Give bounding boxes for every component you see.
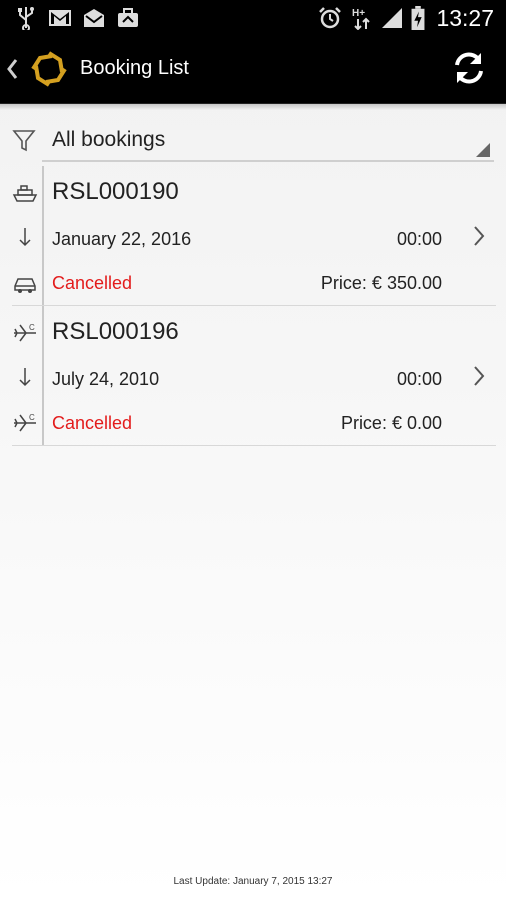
booking-date: January 22, 2016 bbox=[52, 229, 192, 249]
booking-status: Cancelled bbox=[52, 273, 133, 293]
action-bar-shadow bbox=[0, 104, 506, 110]
booking-time: 00:00 bbox=[396, 369, 442, 389]
airplane-icon: C bbox=[14, 413, 36, 432]
dropdown-corner-icon bbox=[476, 143, 490, 157]
svg-text:C: C bbox=[29, 323, 35, 332]
email-icon bbox=[84, 9, 104, 27]
filter-funnel-icon bbox=[12, 130, 36, 152]
page-title: Booking List bbox=[80, 57, 189, 79]
refresh-icon[interactable] bbox=[452, 50, 486, 86]
app-logo-icon[interactable] bbox=[30, 50, 68, 88]
ship-icon bbox=[12, 185, 38, 202]
booking-list: RSL000190 January 22, 2016 00:00 Cancell… bbox=[12, 166, 496, 446]
action-bar: Booking List bbox=[0, 36, 506, 104]
booking-divider bbox=[42, 306, 44, 445]
booking-status: Cancelled bbox=[52, 413, 133, 433]
booking-price: Price: € 0.00 bbox=[340, 413, 442, 433]
booking-divider bbox=[42, 166, 44, 305]
booking-date: July 24, 2010 bbox=[52, 369, 160, 389]
chevron-right-icon bbox=[474, 366, 485, 386]
alarm-icon bbox=[319, 7, 341, 29]
booking-reference: RSL000196 bbox=[52, 318, 179, 345]
filter-selected-value: All bookings bbox=[52, 128, 166, 151]
last-update-text: Last Update: January 7, 2015 13:27 bbox=[173, 876, 333, 887]
back-chevron-icon[interactable] bbox=[6, 58, 18, 80]
filter-row: All bookings bbox=[0, 122, 506, 166]
chevron-right-icon bbox=[474, 226, 485, 246]
booking-reference: RSL000190 bbox=[52, 178, 179, 205]
booking-filter-select[interactable]: All bookings bbox=[42, 122, 494, 162]
booking-time: 00:00 bbox=[396, 229, 442, 249]
car-icon bbox=[14, 278, 36, 293]
booking-item[interactable]: RSL000190 January 22, 2016 00:00 Cancell… bbox=[12, 166, 496, 306]
booking-item[interactable]: C C RSL000196 July 24, 2010 00:00 Cancel… bbox=[12, 306, 496, 446]
battery-charging-icon bbox=[411, 6, 425, 30]
signal-icon bbox=[382, 8, 402, 28]
briefcase-icon bbox=[118, 8, 138, 27]
arrow-down-icon bbox=[19, 368, 31, 387]
usb-icon bbox=[18, 7, 34, 30]
status-time: 13:27 bbox=[436, 5, 494, 31]
gmail-icon bbox=[49, 10, 71, 26]
status-bar: H+ 13:27 bbox=[0, 0, 506, 36]
hspa-icon: H+ bbox=[352, 8, 370, 30]
airplane-icon: C bbox=[14, 323, 36, 342]
booking-price: Price: € 350.00 bbox=[320, 273, 442, 293]
svg-text:H+: H+ bbox=[352, 8, 365, 19]
arrow-down-icon bbox=[19, 228, 31, 247]
svg-text:C: C bbox=[29, 413, 35, 422]
